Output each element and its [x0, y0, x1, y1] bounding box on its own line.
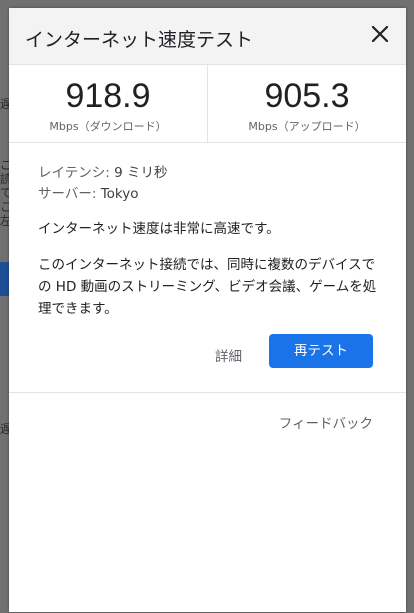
- upload-speed-unit: Mbps（アップロード）: [248, 120, 366, 133]
- latency-value: 9 ミリ秒: [114, 165, 168, 181]
- speed-summary: インターネット速度は非常に高速です。: [38, 221, 280, 237]
- background-button-fragment: [0, 262, 9, 296]
- server-line: サーバー: Tokyo: [38, 184, 376, 205]
- dialog-header: インターネット速度テスト: [9, 8, 406, 65]
- retest-button[interactable]: 再テスト: [269, 334, 373, 368]
- latency-line: レイテンシ: 9 ミリ秒: [38, 163, 376, 184]
- download-speed-unit: Mbps（ダウンロード）: [49, 120, 167, 133]
- feedback-link[interactable]: フィードバック: [279, 412, 373, 432]
- speed-description: このインターネット接続では、同時に複数のデバイスでの HD 動画のストリーミング…: [38, 257, 377, 317]
- download-result: 918.9 Mbps（ダウンロード）: [9, 65, 207, 142]
- latency-label: レイテンシ:: [38, 165, 110, 181]
- speed-test-dialog: インターネット速度テスト 918.9 Mbps（ダウンロード） 905.3 Mb…: [9, 8, 406, 612]
- result-info: レイテンシ: 9 ミリ秒 サーバー: Tokyo インターネット速度は非常に高速…: [9, 143, 406, 320]
- close-icon: [371, 25, 389, 43]
- download-speed-value: 918.9: [65, 77, 151, 115]
- server-label: サーバー:: [38, 186, 97, 202]
- dialog-actions: 詳細 再テスト: [9, 334, 406, 374]
- details-button[interactable]: 詳細: [215, 345, 242, 365]
- close-button[interactable]: [368, 22, 392, 46]
- server-value: Tokyo: [100, 186, 139, 202]
- footer-divider: [9, 392, 406, 393]
- speed-results: 918.9 Mbps（ダウンロード） 905.3 Mbps（アップロード）: [9, 65, 406, 143]
- dialog-title: インターネット速度テスト: [25, 29, 254, 51]
- upload-speed-value: 905.3: [264, 77, 350, 115]
- upload-result: 905.3 Mbps（アップロード）: [208, 65, 406, 142]
